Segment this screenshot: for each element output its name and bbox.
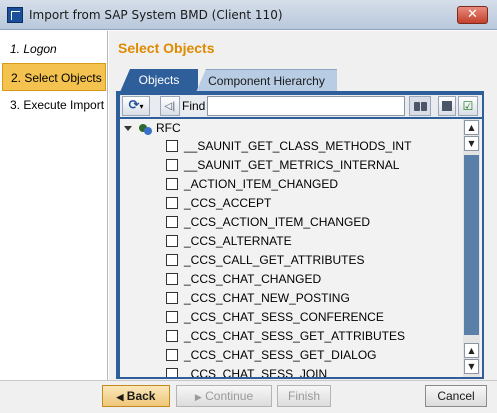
finish-button[interactable]: Finish	[277, 385, 331, 407]
find-label: Find	[182, 99, 206, 113]
toolbar: ⟳▾ ◁| Find ☑	[120, 95, 482, 117]
window-title: Import from SAP System BMD (Client 110)	[29, 8, 283, 22]
item-checkbox[interactable]	[166, 272, 178, 285]
item-checkbox[interactable]	[166, 196, 178, 209]
scroll-bottom-icon[interactable]: ▼	[464, 359, 479, 374]
scroll-thumb[interactable]	[464, 155, 479, 335]
tree-item[interactable]: _CCS_ACTION_ITEM_CHANGED	[166, 213, 461, 232]
item-checkbox[interactable]	[166, 253, 178, 266]
back-arrow-icon: ◀	[116, 392, 124, 402]
button-bar: ◀ Back ▶ Continue Finish Cancel	[0, 380, 497, 413]
tree-item-label: _CCS_CHAT_SESS_GET_DIALOG	[184, 348, 377, 362]
collapse-icon: ◁|	[164, 101, 176, 112]
checkmark-icon: ☑	[462, 99, 474, 113]
continue-button-label: Continue	[205, 389, 254, 403]
expand-caret-icon[interactable]	[124, 126, 132, 132]
objects-panel: ⟳▾ ◁| Find ☑ RFC __SAUNIT_GET_CLASS_METH…	[116, 91, 484, 379]
rfc-icon	[138, 123, 152, 135]
tree-item-label: _CCS_CALL_GET_ATTRIBUTES	[184, 253, 365, 267]
page-title: Select Objects	[118, 40, 215, 56]
tree-item-label: _CCS_CHAT_SESS_JOIN	[184, 367, 328, 377]
tab-objects[interactable]: Objects	[120, 69, 198, 92]
nav-step-label: 3. Execute Import	[10, 98, 105, 112]
scroll-page-up-icon[interactable]: ▼	[464, 136, 479, 151]
cancel-button[interactable]: Cancel	[425, 385, 487, 407]
nav-step-label: 2. Select Objects	[11, 71, 102, 85]
check-button[interactable]: ☑	[458, 96, 478, 116]
item-checkbox[interactable]	[166, 177, 178, 190]
tree-item-label: _CCS_ACTION_ITEM_CHANGED	[184, 215, 371, 229]
main-content: Select Objects Objects Component Hierarc…	[109, 31, 497, 380]
continue-button[interactable]: ▶ Continue	[176, 385, 272, 407]
tree-item-label: _CCS_ALTERNATE	[184, 234, 292, 248]
title-bar: Import from SAP System BMD (Client 110) …	[0, 0, 497, 30]
item-checkbox[interactable]	[166, 158, 178, 171]
find-input[interactable]	[207, 96, 405, 116]
tree-root-rfc[interactable]: RFC	[124, 121, 181, 137]
tree-item[interactable]: _ACTION_ITEM_CHANGED	[166, 175, 461, 194]
scroll-top-icon[interactable]: ▲	[464, 120, 479, 135]
tree-item[interactable]: _CCS_ACCEPT	[166, 194, 461, 213]
tree-item-label: _CCS_CHAT_SESS_GET_ATTRIBUTES	[184, 329, 405, 343]
tree-item-label: _ACTION_ITEM_CHANGED	[184, 177, 339, 191]
item-checkbox[interactable]	[166, 348, 178, 361]
item-checkbox[interactable]	[166, 310, 178, 323]
collapse-button[interactable]: ◁|	[160, 96, 180, 116]
tree-item-label: _CCS_CHAT_SESS_CONFERENCE	[184, 310, 384, 324]
item-checkbox[interactable]	[166, 215, 178, 228]
tree-item-label: _CCS_CHAT_NEW_POSTING	[184, 291, 350, 305]
forward-arrow-icon: ▶	[194, 392, 202, 402]
nav-step-execute-import[interactable]: 3. Execute Import	[2, 91, 106, 119]
tree-item-label: __SAUNIT_GET_METRICS_INTERNAL	[184, 158, 400, 172]
tree-item-label: _CCS_ACCEPT	[184, 196, 272, 210]
object-tree: RFC __SAUNIT_GET_CLASS_METHODS_INT __SAU…	[120, 119, 482, 377]
refresh-icon: ⟳	[128, 98, 140, 113]
tree-item-label: __SAUNIT_GET_CLASS_METHODS_INT	[184, 139, 412, 153]
tree-root-label: RFC	[156, 121, 181, 135]
tree-item[interactable]: _CCS_CHAT_SESS_GET_ATTRIBUTES	[166, 327, 461, 346]
stop-icon	[442, 101, 452, 111]
item-checkbox[interactable]	[166, 234, 178, 247]
tree-item[interactable]: _CCS_ALTERNATE	[166, 232, 461, 251]
close-button[interactable]: ✕	[457, 6, 488, 24]
item-checkbox[interactable]	[166, 367, 178, 377]
select-all-button[interactable]	[438, 96, 456, 116]
app-icon	[7, 7, 23, 23]
scroll-up-icon[interactable]: ▲	[464, 343, 479, 358]
tree-item[interactable]: _CCS_CHAT_NEW_POSTING	[166, 289, 461, 308]
tab-component-hierarchy[interactable]: Component Hierarchy	[196, 69, 337, 92]
back-button[interactable]: ◀ Back	[102, 385, 170, 407]
nav-step-label: 1. Logon	[10, 42, 57, 56]
tree-item[interactable]: _CCS_CHAT_SESS_CONFERENCE	[166, 308, 461, 327]
tree-item[interactable]: _CCS_CALL_GET_ATTRIBUTES	[166, 251, 461, 270]
tree-item[interactable]: __SAUNIT_GET_METRICS_INTERNAL	[166, 156, 461, 175]
tree-item-label: _CCS_CHAT_CHANGED	[184, 272, 322, 286]
item-checkbox[interactable]	[166, 139, 178, 152]
refresh-button[interactable]: ⟳▾	[122, 96, 150, 116]
item-checkbox[interactable]	[166, 291, 178, 304]
back-button-label: Back	[126, 389, 156, 403]
nav-step-select-objects[interactable]: 2. Select Objects	[2, 63, 106, 91]
nav-step-logon[interactable]: 1. Logon	[2, 35, 106, 63]
find-next-icon[interactable]	[409, 96, 431, 116]
tree-item[interactable]: _CCS_CHAT_SESS_GET_DIALOG	[166, 346, 461, 365]
wizard-steps: 1. Logon 2. Select Objects 3. Execute Im…	[0, 31, 108, 380]
tree-item[interactable]: __SAUNIT_GET_CLASS_METHODS_INT	[166, 137, 461, 156]
tree-item[interactable]: _CCS_CHAT_SESS_JOIN	[166, 365, 461, 377]
tree-item[interactable]: _CCS_CHAT_CHANGED	[166, 270, 461, 289]
vertical-scrollbar[interactable]: ▲ ▼ ▲ ▼	[463, 119, 480, 377]
item-checkbox[interactable]	[166, 329, 178, 342]
